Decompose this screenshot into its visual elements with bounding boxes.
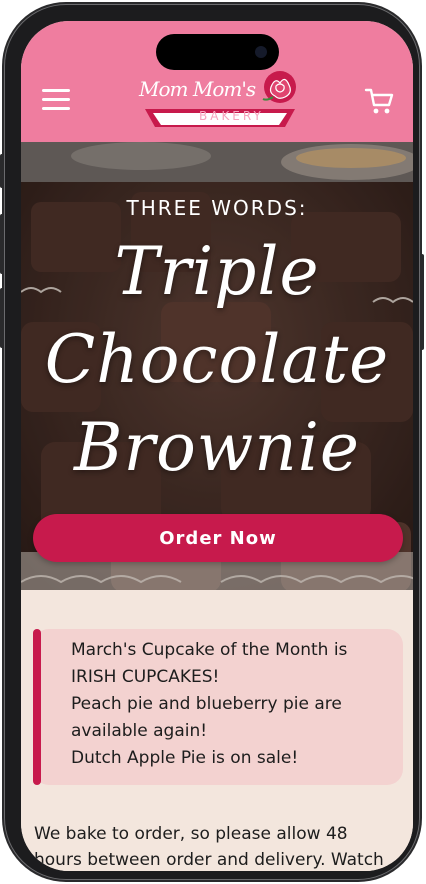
action-button	[0, 154, 4, 188]
phone-frame: Mom Mom's BAKERY THREE WORDS: Triple Cho…	[0, 4, 424, 880]
logo-bakery-word: BAKERY	[199, 109, 264, 123]
hero-kicker: THREE WORDS:	[126, 196, 308, 220]
hero-title-line: Brownie	[74, 409, 360, 486]
logo-script-text: Mom Mom's	[139, 77, 256, 101]
hero-title: Triple Chocolate Brownie	[21, 228, 413, 492]
announcement-accent-bar	[33, 629, 41, 785]
announcement-text: March's Cupcake of the Month is IRISH CU…	[71, 637, 391, 772]
hamburger-menu-icon[interactable]	[42, 89, 70, 111]
announcement-line: Peach pie and blueberry pie are	[71, 694, 342, 714]
hero-title-line: Triple	[114, 233, 320, 310]
hero-title-line: Chocolate	[44, 321, 390, 398]
announcement-line: IRISH CUPCAKES!	[71, 667, 220, 687]
screen: Mom Mom's BAKERY THREE WORDS: Triple Cho…	[21, 21, 413, 871]
announcement-line: available again!	[71, 721, 208, 741]
content-section: March's Cupcake of the Month is IRISH CU…	[21, 590, 413, 871]
dynamic-island	[156, 34, 279, 70]
intro-paragraph: We bake to order, so please allow 48 hou…	[34, 821, 413, 871]
announcement-box: March's Cupcake of the Month is IRISH CU…	[33, 629, 403, 785]
intro-line: We bake to order, so please allow 48	[34, 824, 348, 844]
bakery-logo[interactable]: Mom Mom's BAKERY	[139, 69, 299, 133]
order-now-button[interactable]: Order Now	[33, 514, 403, 562]
volume-down-button	[0, 288, 4, 348]
announcement-line: March's Cupcake of the Month is	[71, 640, 348, 660]
camera-icon	[255, 46, 267, 58]
shopping-cart-icon[interactable]	[364, 87, 394, 115]
volume-up-button	[0, 214, 4, 274]
announcement-line: Dutch Apple Pie is on sale!	[71, 748, 299, 768]
power-button	[420, 254, 424, 350]
rose-icon	[262, 71, 296, 103]
intro-line: hours between order and delivery. Watch	[34, 850, 384, 870]
